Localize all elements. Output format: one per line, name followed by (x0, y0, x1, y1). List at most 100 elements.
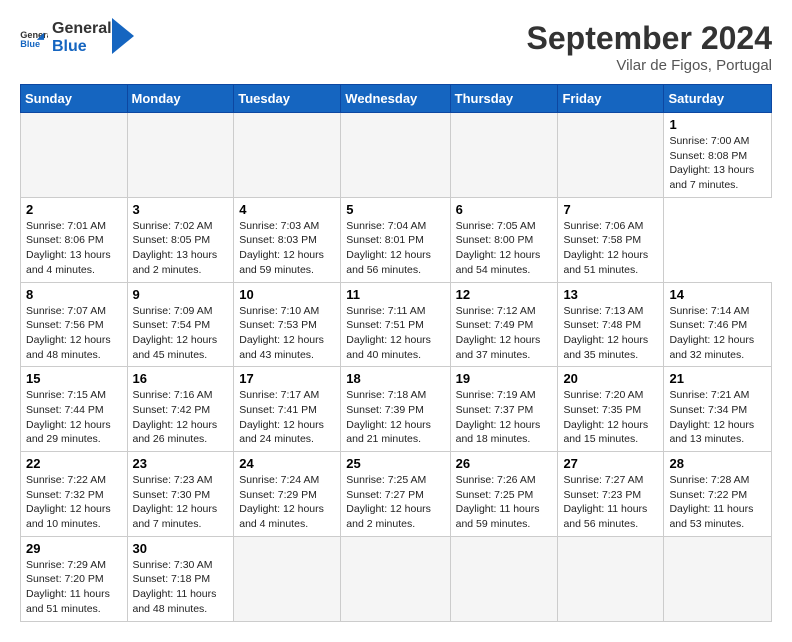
day-info: Sunrise: 7:18 AMSunset: 7:39 PMDaylight:… (346, 389, 431, 445)
day-number: 30 (133, 541, 229, 556)
day-info: Sunrise: 7:20 AMSunset: 7:35 PMDaylight:… (563, 389, 648, 445)
day-number: 12 (456, 287, 553, 302)
day-info: Sunrise: 7:22 AMSunset: 7:32 PMDaylight:… (26, 474, 111, 530)
logo: General Blue General Blue (20, 20, 134, 55)
calendar-header: SundayMondayTuesdayWednesdayThursdayFrid… (21, 85, 772, 113)
day-info: Sunrise: 7:15 AMSunset: 7:44 PMDaylight:… (26, 389, 111, 445)
day-number: 5 (346, 202, 444, 217)
day-info: Sunrise: 7:11 AMSunset: 7:51 PMDaylight:… (346, 305, 431, 361)
day-cell-18: 18 Sunrise: 7:18 AMSunset: 7:39 PMDayligh… (341, 367, 450, 452)
day-info: Sunrise: 7:29 AMSunset: 7:20 PMDaylight:… (26, 559, 110, 615)
day-cell-8: 8Sunrise: 7:07 AMSunset: 7:56 PMDaylight… (21, 282, 128, 367)
logo-blue-text: Blue (52, 38, 112, 56)
day-cell-14: 14Sunrise: 7:14 AMSunset: 7:46 PMDayligh… (664, 282, 772, 367)
empty-cell (341, 536, 450, 621)
header-day-wednesday: Wednesday (341, 85, 450, 113)
header-day-monday: Monday (127, 85, 234, 113)
day-number: 10 (239, 287, 335, 302)
empty-cell (558, 113, 664, 198)
header-day-tuesday: Tuesday (234, 85, 341, 113)
week-row-1: 1 Sunrise: 7:00 AMSunset: 8:08 PMDaylight… (21, 113, 772, 198)
day-number: 9 (133, 287, 229, 302)
header-day-sunday: Sunday (21, 85, 128, 113)
day-number: 1 (669, 117, 766, 132)
logo-triangle-icon (112, 18, 134, 54)
empty-cell (664, 536, 772, 621)
empty-cell (127, 113, 234, 198)
calendar-table: SundayMondayTuesdayWednesdayThursdayFrid… (20, 84, 772, 622)
day-cell-7: 7Sunrise: 7:06 AMSunset: 7:58 PMDaylight… (558, 197, 664, 282)
day-info: Sunrise: 7:16 AMSunset: 7:42 PMDaylight:… (133, 389, 218, 445)
day-cell-5: 5 Sunrise: 7:04 AMSunset: 8:01 PMDaylight… (341, 197, 450, 282)
logo-icon: General Blue (20, 27, 48, 49)
empty-cell (450, 536, 558, 621)
header-row: SundayMondayTuesdayWednesdayThursdayFrid… (21, 85, 772, 113)
day-cell-23: 23 Sunrise: 7:23 AMSunset: 7:30 PMDayligh… (127, 452, 234, 537)
header-day-friday: Friday (558, 85, 664, 113)
calendar-body: 1 Sunrise: 7:00 AMSunset: 8:08 PMDaylight… (21, 113, 772, 622)
day-cell-10: 10 Sunrise: 7:10 AMSunset: 7:53 PMDayligh… (234, 282, 341, 367)
svg-text:Blue: Blue (20, 39, 40, 49)
day-number: 27 (563, 456, 658, 471)
week-row-2: 2Sunrise: 7:01 AMSunset: 8:06 PMDaylight… (21, 197, 772, 282)
day-info: Sunrise: 7:10 AMSunset: 7:53 PMDaylight:… (239, 305, 324, 361)
day-info: Sunrise: 7:13 AMSunset: 7:48 PMDaylight:… (563, 305, 648, 361)
page-header: General Blue General Blue September 2024… (20, 20, 772, 74)
week-row-3: 8Sunrise: 7:07 AMSunset: 7:56 PMDaylight… (21, 282, 772, 367)
day-number: 6 (456, 202, 553, 217)
week-row-6: 29 Sunrise: 7:29 AMSunset: 7:20 PMDayligh… (21, 536, 772, 621)
day-cell-21: 21Sunrise: 7:21 AMSunset: 7:34 PMDayligh… (664, 367, 772, 452)
day-info: Sunrise: 7:19 AMSunset: 7:37 PMDaylight:… (456, 389, 541, 445)
day-cell-3: 3 Sunrise: 7:02 AMSunset: 8:05 PMDaylight… (127, 197, 234, 282)
day-info: Sunrise: 7:25 AMSunset: 7:27 PMDaylight:… (346, 474, 431, 530)
title-block: September 2024 Vilar de Figos, Portugal (527, 20, 772, 74)
header-day-saturday: Saturday (664, 85, 772, 113)
day-number: 8 (26, 287, 122, 302)
day-number: 18 (346, 371, 444, 386)
day-cell-27: 27Sunrise: 7:27 AMSunset: 7:23 PMDayligh… (558, 452, 664, 537)
logo-general-text: General (52, 20, 112, 38)
day-number: 26 (456, 456, 553, 471)
day-cell-26: 26Sunrise: 7:26 AMSunset: 7:25 PMDayligh… (450, 452, 558, 537)
day-cell-28: 28Sunrise: 7:28 AMSunset: 7:22 PMDayligh… (664, 452, 772, 537)
day-number: 20 (563, 371, 658, 386)
day-cell-25: 25Sunrise: 7:25 AMSunset: 7:27 PMDayligh… (341, 452, 450, 537)
day-info: Sunrise: 7:04 AMSunset: 8:01 PMDaylight:… (346, 220, 431, 276)
month-year-title: September 2024 (527, 20, 772, 57)
day-cell-30: 30 Sunrise: 7:30 AMSunset: 7:18 PMDayligh… (127, 536, 234, 621)
day-cell-29: 29 Sunrise: 7:29 AMSunset: 7:20 PMDayligh… (21, 536, 128, 621)
day-number: 29 (26, 541, 122, 556)
day-number: 22 (26, 456, 122, 471)
day-number: 3 (133, 202, 229, 217)
day-number: 14 (669, 287, 766, 302)
day-cell-4: 4Sunrise: 7:03 AMSunset: 8:03 PMDaylight… (234, 197, 341, 282)
day-cell-20: 20 Sunrise: 7:20 AMSunset: 7:35 PMDayligh… (558, 367, 664, 452)
day-info: Sunrise: 7:03 AMSunset: 8:03 PMDaylight:… (239, 220, 324, 276)
week-row-5: 22 Sunrise: 7:22 AMSunset: 7:32 PMDayligh… (21, 452, 772, 537)
day-info: Sunrise: 7:30 AMSunset: 7:18 PMDaylight:… (133, 559, 217, 615)
empty-cell (234, 536, 341, 621)
day-cell-2: 2Sunrise: 7:01 AMSunset: 8:06 PMDaylight… (21, 197, 128, 282)
empty-cell (450, 113, 558, 198)
empty-cell (558, 536, 664, 621)
day-cell-15: 15Sunrise: 7:15 AMSunset: 7:44 PMDayligh… (21, 367, 128, 452)
day-number: 16 (133, 371, 229, 386)
day-number: 24 (239, 456, 335, 471)
day-cell-12: 12Sunrise: 7:12 AMSunset: 7:49 PMDayligh… (450, 282, 558, 367)
day-number: 23 (133, 456, 229, 471)
day-info: Sunrise: 7:06 AMSunset: 7:58 PMDaylight:… (563, 220, 648, 276)
day-info: Sunrise: 7:00 AMSunset: 8:08 PMDaylight:… (669, 135, 754, 191)
day-cell-1: 1 Sunrise: 7:00 AMSunset: 8:08 PMDaylight… (664, 113, 772, 198)
header-day-thursday: Thursday (450, 85, 558, 113)
empty-cell (341, 113, 450, 198)
day-cell-16: 16 Sunrise: 7:16 AMSunset: 7:42 PMDayligh… (127, 367, 234, 452)
day-number: 17 (239, 371, 335, 386)
day-info: Sunrise: 7:02 AMSunset: 8:05 PMDaylight:… (133, 220, 218, 276)
day-cell-24: 24 Sunrise: 7:24 AMSunset: 7:29 PMDayligh… (234, 452, 341, 537)
day-cell-22: 22 Sunrise: 7:22 AMSunset: 7:32 PMDayligh… (21, 452, 128, 537)
day-info: Sunrise: 7:24 AMSunset: 7:29 PMDaylight:… (239, 474, 324, 530)
day-number: 11 (346, 287, 444, 302)
day-info: Sunrise: 7:23 AMSunset: 7:30 PMDaylight:… (133, 474, 218, 530)
day-cell-17: 17Sunrise: 7:17 AMSunset: 7:41 PMDayligh… (234, 367, 341, 452)
day-cell-19: 19Sunrise: 7:19 AMSunset: 7:37 PMDayligh… (450, 367, 558, 452)
